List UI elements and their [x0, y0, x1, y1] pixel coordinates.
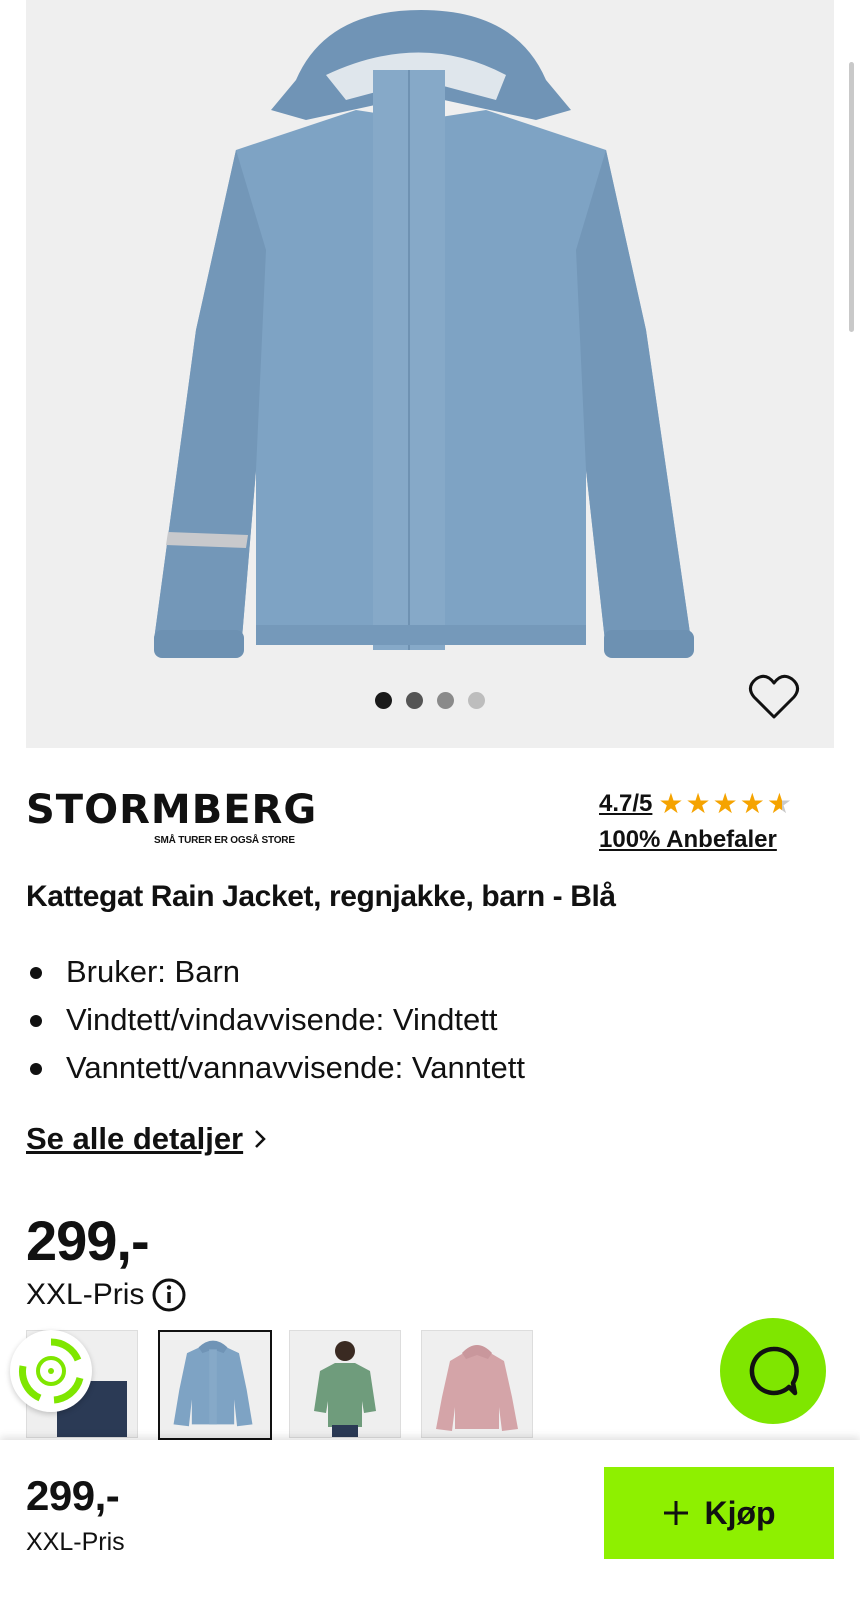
spec-item: Vanntett/vannavvisende: Vanntett [26, 1044, 525, 1092]
brand-tagline: SMÅ TURER ER OGSÅ STORE [154, 835, 295, 846]
eco-icon[interactable] [10, 1330, 92, 1412]
recommend-link[interactable]: 100% Anbefaler [599, 826, 834, 854]
spec-list: Bruker: Barn Vindtett/vindavvisende: Vin… [26, 948, 525, 1092]
details-link-label: Se alle detaljer [26, 1121, 244, 1156]
brand-logo[interactable]: STORMBERG SMÅ TURER ER OGSÅ STORE [26, 787, 318, 850]
product-image [154, 10, 694, 658]
buy-button[interactable]: Kjøp [604, 1467, 834, 1559]
star-icon: ★ [658, 788, 684, 819]
product-price: 299,- [26, 1209, 150, 1272]
plus-icon [664, 1501, 689, 1525]
see-all-details-link[interactable]: Se alle detaljer [26, 1121, 269, 1157]
carousel-dot[interactable] [437, 692, 454, 709]
brand-name: STORMBERG [26, 787, 318, 833]
variant-thumb[interactable] [421, 1330, 533, 1438]
spec-item: Vindtett/vindavvisende: Vindtett [26, 996, 525, 1044]
star-icon: ★ [712, 788, 738, 819]
carousel-dot[interactable] [468, 692, 485, 709]
bottom-price-label: XXL-Pris [26, 1528, 125, 1556]
chat-icon [749, 1346, 799, 1396]
page-scrollbar[interactable] [849, 62, 854, 332]
chat-button[interactable] [720, 1318, 826, 1424]
rating-summary: 4.7/5 ★ ★ ★ ★ ★ 100% Anbefaler [599, 790, 834, 854]
variant-thumb-selected[interactable] [158, 1330, 272, 1440]
sticky-buy-bar: 299,- XXL-Pris Kjøp [0, 1440, 860, 1600]
star-half-icon: ★ [766, 788, 792, 819]
carousel-dot[interactable] [375, 692, 392, 709]
brand-rating-row: STORMBERG SMÅ TURER ER OGSÅ STORE 4.7/5 … [26, 790, 834, 860]
price-label: XXL-Pris [26, 1278, 186, 1312]
rating-stars: ★ ★ ★ ★ ★ [658, 790, 792, 818]
carousel-dot[interactable] [406, 692, 423, 709]
product-title: Kattegat Rain Jacket, regnjakke, barn - … [26, 880, 616, 913]
bottom-price: 299,- [26, 1472, 120, 1519]
carousel-indicators [26, 692, 834, 709]
spec-item: Bruker: Barn [26, 948, 525, 996]
rating-score-link[interactable]: 4.7/5 [599, 790, 652, 818]
variant-thumb[interactable] [289, 1330, 401, 1438]
star-icon: ★ [685, 788, 711, 819]
price-label-text: XXL-Pris [26, 1278, 145, 1311]
product-image-carousel[interactable] [26, 0, 834, 748]
buy-button-label: Kjøp [704, 1494, 776, 1531]
info-icon[interactable] [152, 1278, 186, 1312]
chevron-right-icon [255, 1130, 266, 1148]
star-icon: ★ [739, 788, 765, 819]
heart-icon[interactable] [748, 673, 800, 721]
